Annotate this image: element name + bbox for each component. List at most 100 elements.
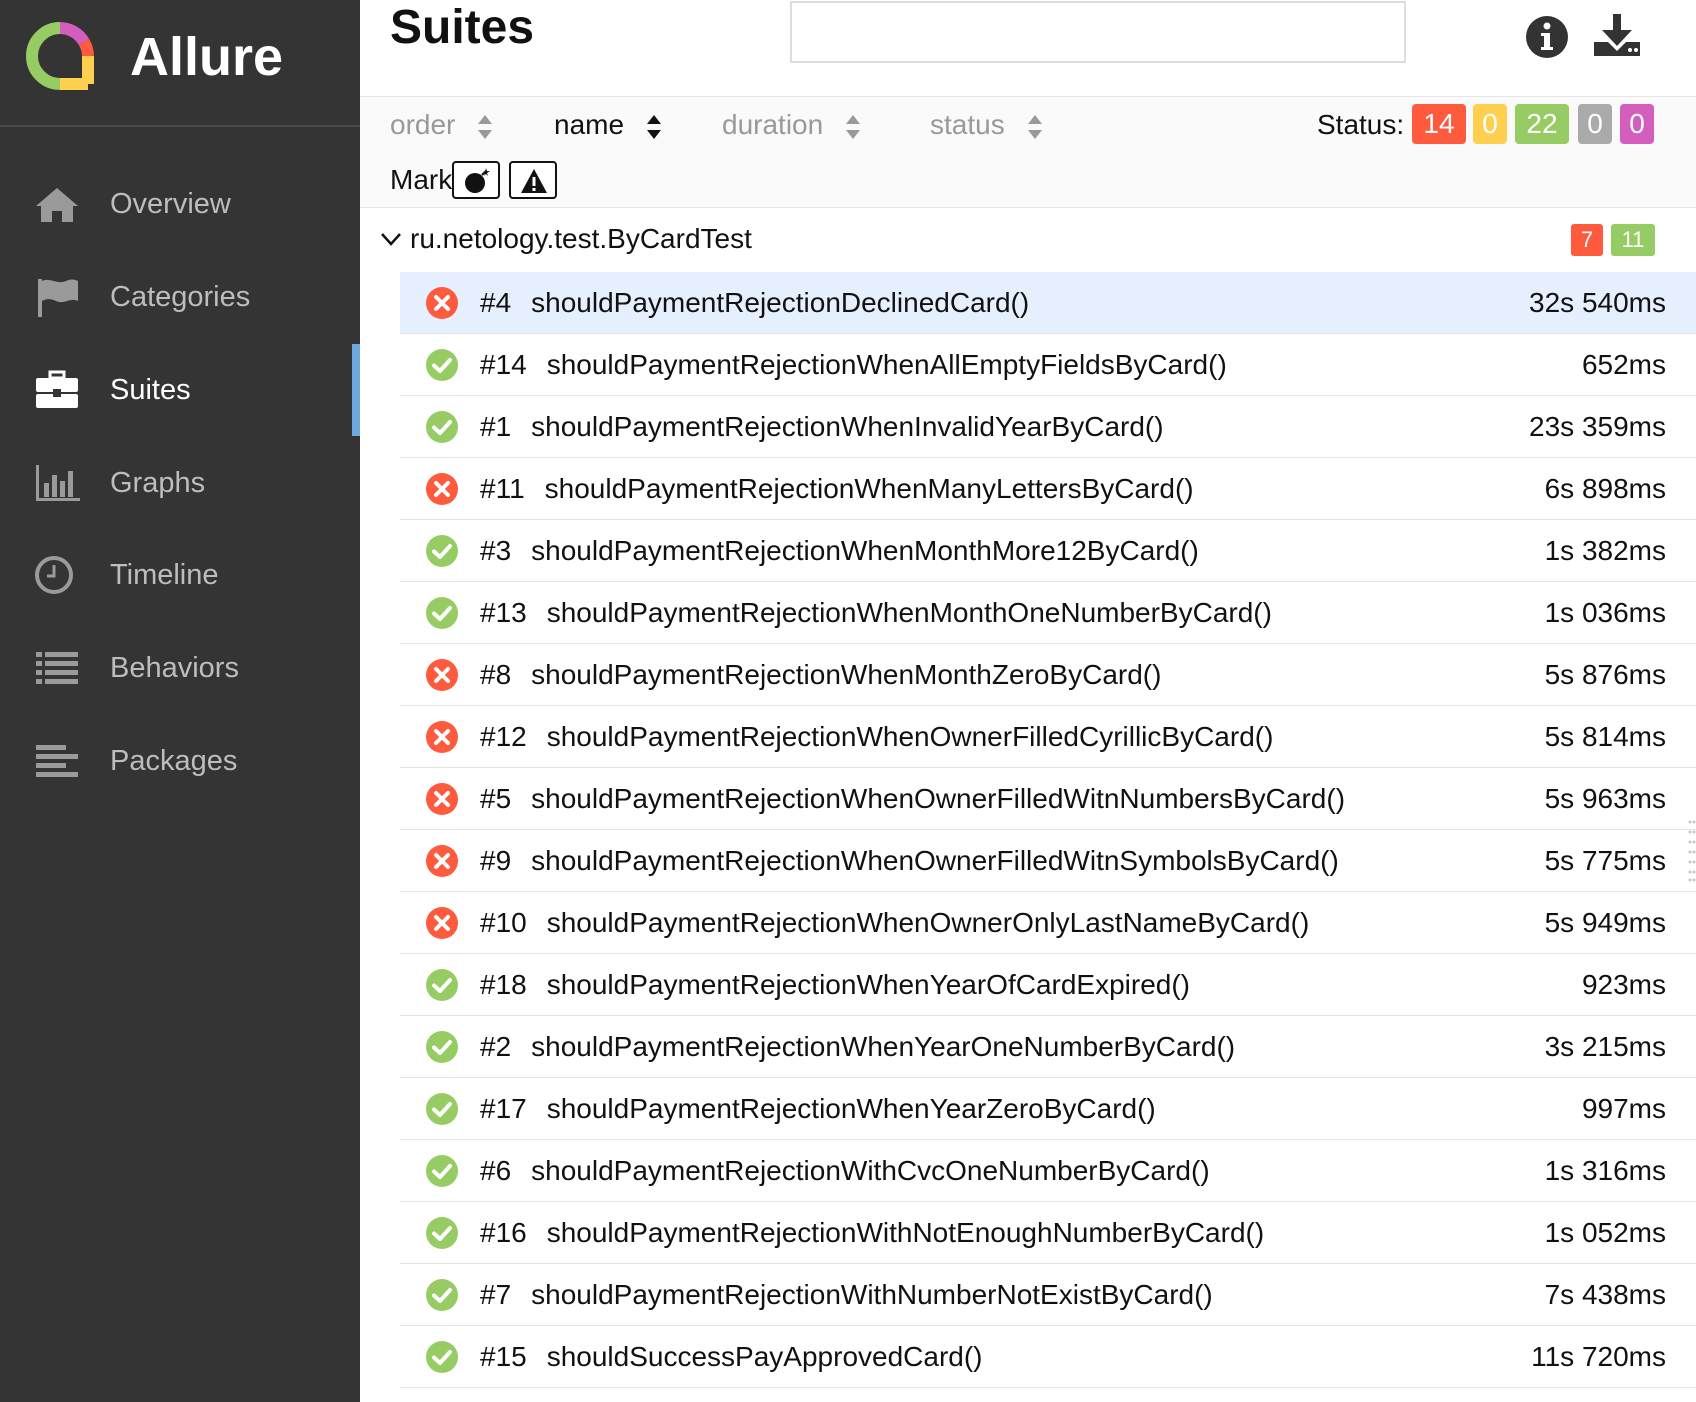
test-order-number: #4	[480, 287, 512, 318]
sort-icon	[478, 114, 493, 139]
failed-status-icon	[426, 783, 458, 815]
test-name: shouldPaymentRejectionWhenYearZeroByCard…	[546, 1093, 1156, 1124]
test-duration: 1s 382ms	[1544, 535, 1666, 566]
status-broken-badge[interactable]: 0	[1473, 104, 1507, 144]
failed-status-icon	[426, 473, 458, 505]
test-row[interactable]: #5 shouldPaymentRejectionWhenOwnerFilledW…	[400, 768, 1696, 830]
test-duration: 923ms	[1581, 969, 1666, 1000]
passed-status-icon	[426, 535, 458, 567]
test-row[interactable]: #8 shouldPaymentRejectionWhenMonthZeroByC…	[400, 644, 1696, 706]
test-order-number: #14	[480, 349, 527, 380]
test-duration: 3s 215ms	[1544, 1031, 1666, 1062]
status-failed-badge[interactable]: 14	[1412, 104, 1466, 144]
suite-group-row[interactable]: ru.netology.test.ByCardTest 7 11	[360, 208, 1696, 270]
test-name: shouldPaymentRejectionWhenYearOfCardExpi…	[546, 969, 1191, 1000]
sidebar-item-graphs[interactable]: Graphs	[0, 437, 360, 529]
failed-status-icon	[426, 907, 458, 939]
sort-icon	[1027, 114, 1042, 139]
test-row[interactable]: #9 shouldPaymentRejectionWhenOwnerFilledW…	[400, 830, 1696, 892]
sidebar-item-label: Categories	[110, 281, 251, 313]
test-title: #15 shouldSuccessPayApprovedCard()	[480, 1326, 983, 1388]
test-order-number: #7	[480, 1279, 512, 1310]
test-title: #7 shouldPaymentRejectionWithNumberNotExi…	[480, 1264, 1213, 1326]
failed-status-icon	[426, 845, 458, 877]
test-order-number: #15	[480, 1341, 527, 1372]
status-skipped-badge[interactable]: 0	[1578, 104, 1612, 144]
test-order-number: #3	[480, 535, 512, 566]
test-duration: 1s 316ms	[1544, 1155, 1666, 1186]
sidebar-item-timeline[interactable]: Timeline	[0, 529, 360, 621]
test-row[interactable]: #17 shouldPaymentRejectionWhenYearZeroByC…	[400, 1078, 1696, 1140]
test-row[interactable]: #6 shouldPaymentRejectionWithCvcOneNumber…	[400, 1140, 1696, 1202]
status-unknown-badge[interactable]: 0	[1620, 104, 1654, 144]
resize-handle-icon[interactable]	[1688, 818, 1696, 884]
status-passed-badge[interactable]: 22	[1515, 104, 1569, 144]
test-title: #5 shouldPaymentRejectionWhenOwnerFilledW…	[480, 768, 1345, 830]
search-input[interactable]	[790, 1, 1406, 63]
flaky-bomb-icon	[465, 168, 490, 193]
brand-name: Allure	[130, 27, 284, 87]
test-order-number: #18	[480, 969, 527, 1000]
sidebar-item-label: Behaviors	[110, 652, 239, 684]
passed-status-icon	[426, 1279, 458, 1311]
test-row[interactable]: #3 shouldPaymentRejectionWhenMonthMore12B…	[400, 520, 1696, 582]
sidebar-item-label: Suites	[110, 374, 191, 406]
test-name: shouldPaymentRejectionWhenMonthOneNumber…	[546, 597, 1272, 628]
test-row[interactable]: #16 shouldPaymentRejectionWithNotEnoughNu…	[400, 1202, 1696, 1264]
test-order-number: #9	[480, 845, 512, 876]
list-icon	[36, 652, 78, 684]
sidebar-item-categories[interactable]: Categories	[0, 251, 360, 343]
sort-status-label: status	[930, 109, 1005, 140]
test-name: shouldPaymentRejectionWhenMonthMore12ByC…	[531, 535, 1199, 566]
sort-duration-button[interactable]: duration	[722, 108, 861, 142]
test-row[interactable]: #14 shouldPaymentRejectionWhenAllEmptyFie…	[400, 334, 1696, 396]
test-row[interactable]: #10 shouldPaymentRejectionWhenOwnerOnlyLa…	[400, 892, 1696, 954]
test-name: shouldPaymentRejectionWithNotEnoughNumbe…	[546, 1217, 1265, 1248]
test-row[interactable]: #2 shouldPaymentRejectionWhenYearOneNumbe…	[400, 1016, 1696, 1078]
warning-icon	[521, 169, 547, 193]
test-row[interactable]: #15 shouldSuccessPayApprovedCard() 11s 720…	[400, 1326, 1696, 1388]
test-order-number: #10	[480, 907, 527, 938]
test-title: #13 shouldPaymentRejectionWhenMonthOneNum…	[480, 582, 1272, 644]
test-name: shouldSuccessPayApprovedCard()	[546, 1341, 983, 1372]
sort-name-button[interactable]: name	[554, 108, 662, 142]
test-duration: 1s 036ms	[1544, 597, 1666, 628]
info-icon[interactable]	[1524, 14, 1570, 60]
passed-status-icon	[426, 1155, 458, 1187]
test-order-number: #17	[480, 1093, 527, 1124]
test-row[interactable]: #12 shouldPaymentRejectionWhenOwnerFilled…	[400, 706, 1696, 768]
test-duration: 1s 052ms	[1544, 1217, 1666, 1248]
test-row[interactable]: #7 shouldPaymentRejectionWithNumberNotExi…	[400, 1264, 1696, 1326]
flaky-mark-button[interactable]	[452, 161, 500, 199]
test-row[interactable]: #13 shouldPaymentRejectionWhenMonthOneNum…	[400, 582, 1696, 644]
chevron-down-icon	[381, 233, 401, 246]
test-name: shouldPaymentRejectionWithNumberNotExist…	[531, 1279, 1213, 1310]
test-order-number: #11	[480, 473, 525, 504]
test-row[interactable]: #1 shouldPaymentRejectionWhenInvalidYearB…	[400, 396, 1696, 458]
test-row[interactable]: #18 shouldPaymentRejectionWhenYearOfCardE…	[400, 954, 1696, 1016]
sort-status-button[interactable]: status	[930, 108, 1043, 142]
sidebar-item-overview[interactable]: Overview	[0, 158, 360, 250]
sidebar-item-suites[interactable]: Suites	[0, 344, 360, 436]
passed-status-icon	[426, 411, 458, 443]
known-issue-mark-button[interactable]	[509, 161, 557, 199]
test-duration: 5s 775ms	[1544, 845, 1666, 876]
sidebar-item-label: Timeline	[110, 559, 219, 591]
test-row[interactable]: #11 shouldPaymentRejectionWhenManyLetters…	[400, 458, 1696, 520]
brand[interactable]: Allure	[0, 0, 360, 127]
passed-status-icon	[426, 349, 458, 381]
allure-logo-icon	[26, 22, 94, 90]
sidebar-item-label: Packages	[110, 745, 238, 777]
download-icon[interactable]	[1592, 12, 1642, 58]
clock-icon	[35, 556, 73, 594]
suite-group-name: ru.netology.test.ByCardTest	[410, 223, 752, 254]
sort-order-button[interactable]: order	[390, 108, 493, 142]
test-order-number: #2	[480, 1031, 512, 1062]
test-list: #4 shouldPaymentRejectionDeclinedCard() 32…	[400, 272, 1696, 1388]
test-duration: 23s 359ms	[1529, 411, 1666, 442]
test-title: #18 shouldPaymentRejectionWhenYearOfCardE…	[480, 954, 1190, 1016]
sidebar-item-behaviors[interactable]: Behaviors	[0, 622, 360, 714]
sidebar-item-packages[interactable]: Packages	[0, 715, 360, 807]
test-title: #4 shouldPaymentRejectionDeclinedCard()	[480, 272, 1029, 334]
test-row[interactable]: #4 shouldPaymentRejectionDeclinedCard() 32…	[400, 272, 1696, 334]
